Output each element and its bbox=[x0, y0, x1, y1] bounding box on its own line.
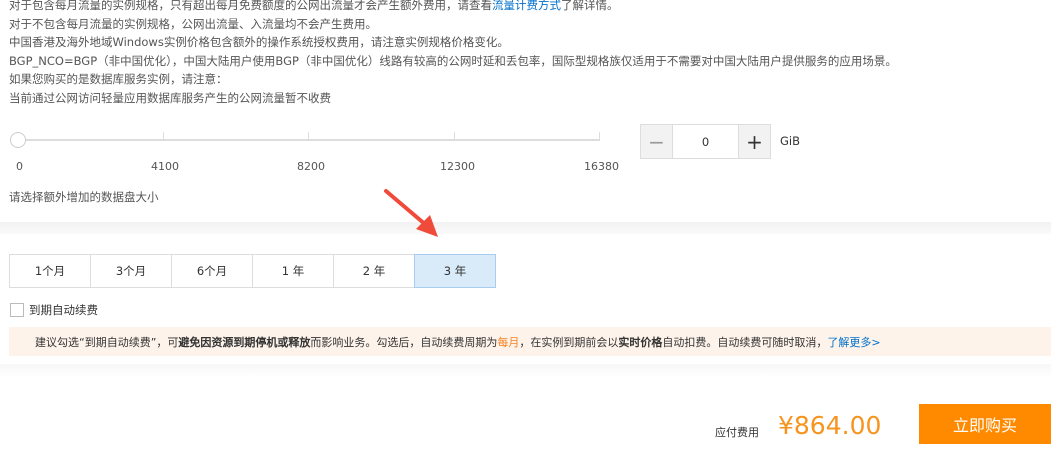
info-line-6: 当前通过公网访问轻量应用数据库服务产生的公网流量暂不收费 bbox=[9, 91, 331, 105]
learn-more-link[interactable]: 了解更多> bbox=[827, 334, 880, 350]
duration-1-year[interactable]: 1 年 bbox=[252, 254, 334, 288]
red-arrow-annotation bbox=[384, 189, 438, 237]
section-divider bbox=[0, 222, 1051, 234]
info-line-5: 如果您购买的是数据库服务实例，请注意： bbox=[9, 72, 228, 86]
text: 对于包含每月流量的实例规格，只有超出每月免费额度的公网出流量才会产生额外费用，请… bbox=[9, 0, 492, 12]
text: 自动扣费。自动续费可随时取消， bbox=[662, 335, 828, 349]
info-line-2: 对于不包含每月流量的实例规格，公网出流量、入流量均不会产生费用。 bbox=[9, 17, 377, 31]
duration-2-years[interactable]: 2 年 bbox=[333, 254, 415, 288]
text: 建议勾选“到期自动续费”，可 bbox=[35, 335, 179, 349]
disk-slider-handle[interactable] bbox=[10, 132, 26, 148]
unit-label: GiB bbox=[780, 134, 800, 148]
tick-label: 0 bbox=[16, 160, 23, 173]
text: 而影响业务。勾选后，自动续费周期为 bbox=[310, 335, 498, 349]
disk-slider-track[interactable] bbox=[18, 139, 600, 141]
tick-label: 4100 bbox=[151, 160, 179, 173]
tick-label: 12300 bbox=[440, 160, 475, 173]
info-line-4: BGP_NCO=BGP（非中国优化），中国大陆用户使用BGP（非中国优化）线路有… bbox=[9, 54, 897, 68]
decrement-button[interactable]: − bbox=[641, 125, 672, 158]
text: 避免因资源到期停机或释放 bbox=[178, 335, 311, 349]
text: 每月 bbox=[497, 335, 520, 349]
info-line-1: 对于包含每月流量的实例规格，只有超出每月免费额度的公网出流量才会产生额外费用，请… bbox=[9, 0, 619, 14]
duration-3-months[interactable]: 3个月 bbox=[90, 254, 172, 288]
tick bbox=[599, 132, 600, 140]
section-divider bbox=[0, 364, 1051, 378]
disk-hint: 请选择额外增加的数据盘大小 bbox=[9, 190, 159, 204]
tick bbox=[163, 132, 164, 140]
disk-size-stepper: − 0 + bbox=[640, 124, 771, 159]
duration-selector: 1个月 3个月 6个月 1 年 2 年 3 年 bbox=[9, 254, 496, 288]
text: 了解详情。 bbox=[561, 0, 619, 12]
info-line-3: 中国香港及海外地域Windows实例价格包含额外的操作系统授权费用，请注意实例规… bbox=[9, 35, 509, 49]
traffic-billing-link[interactable]: 流量计费方式 bbox=[492, 0, 561, 12]
total-price: ¥864.00 bbox=[778, 411, 882, 440]
price-label: 应付费用 bbox=[715, 426, 759, 439]
buy-now-button[interactable]: 立即购买 bbox=[919, 404, 1051, 444]
text: ，在实例到期前会以 bbox=[519, 335, 619, 349]
tick bbox=[308, 132, 309, 140]
auto-renew-notice: 建议勾选“到期自动续费”，可 避免因资源到期停机或释放 而影响业务。勾选后，自动续费… bbox=[9, 327, 1051, 356]
text: 实时价格 bbox=[618, 335, 663, 349]
duration-3-years[interactable]: 3 年 bbox=[414, 254, 496, 288]
disk-size-input[interactable]: 0 bbox=[672, 125, 739, 158]
increment-button[interactable]: + bbox=[739, 125, 770, 158]
tick-label: 8200 bbox=[297, 160, 325, 173]
auto-renew-label[interactable]: 到期自动续费 bbox=[29, 302, 98, 318]
auto-renew-checkbox[interactable] bbox=[10, 303, 24, 317]
duration-1-month[interactable]: 1个月 bbox=[9, 254, 91, 288]
tick bbox=[454, 132, 455, 140]
duration-6-months[interactable]: 6个月 bbox=[171, 254, 253, 288]
tick-label: 16380 bbox=[584, 160, 619, 173]
